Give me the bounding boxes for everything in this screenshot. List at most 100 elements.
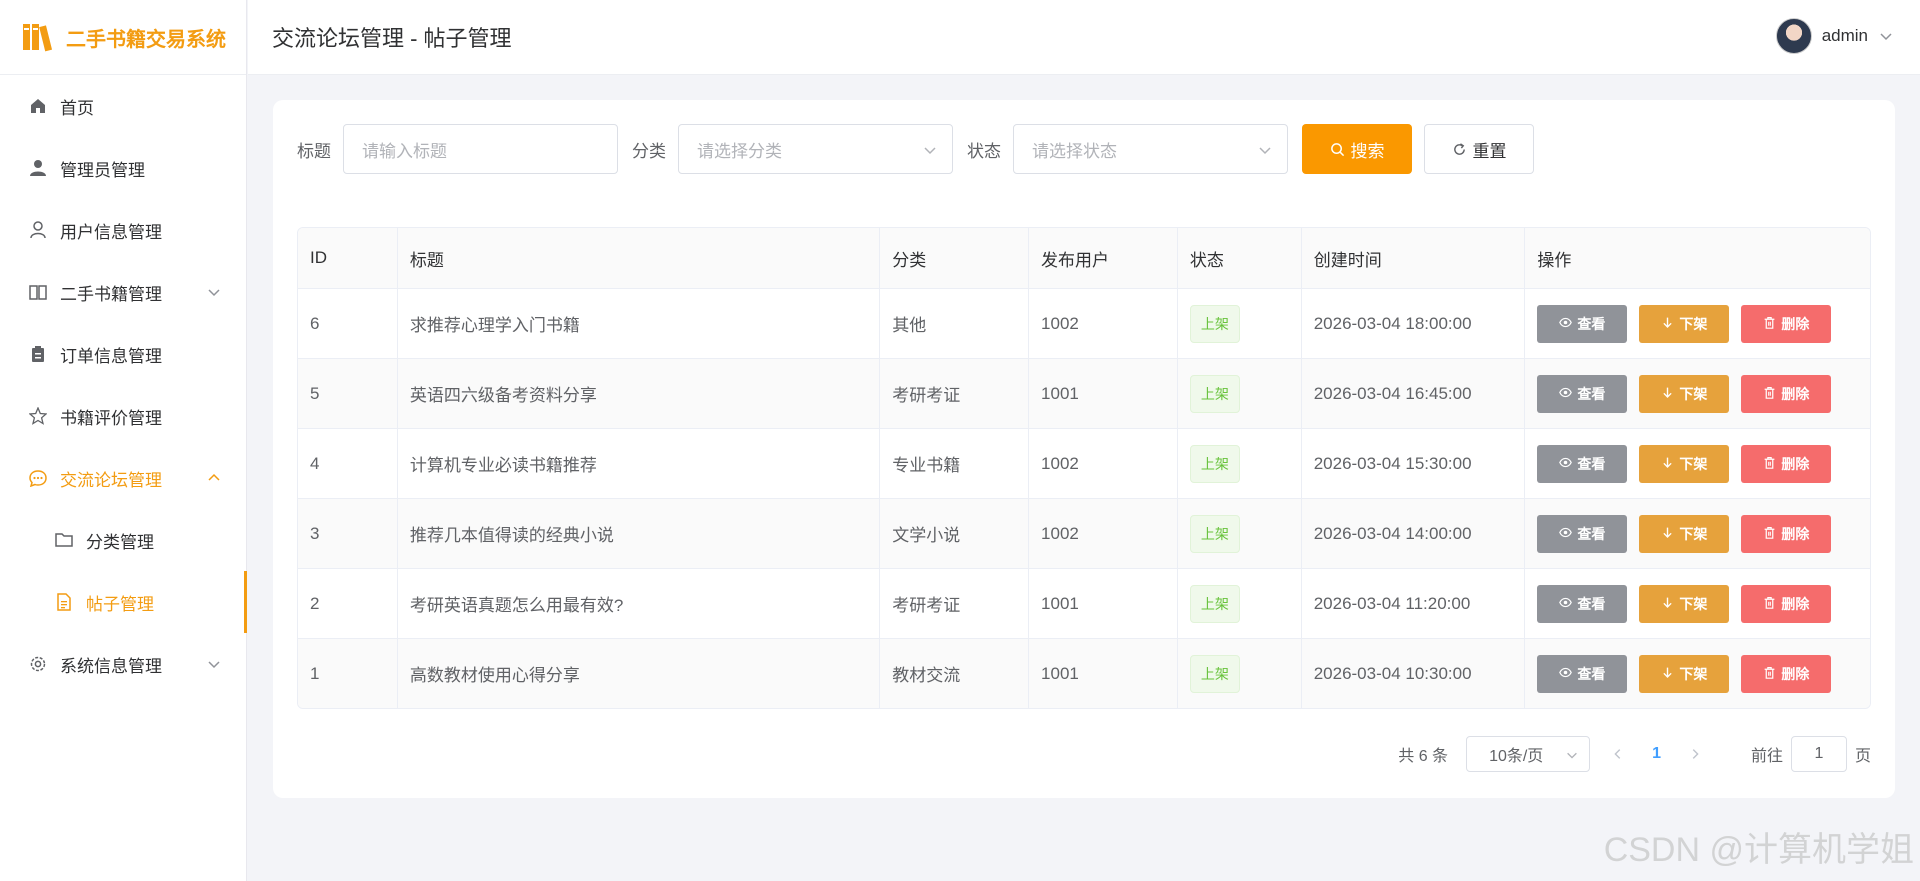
category-filter-label: 分类: [632, 141, 666, 161]
delete-button-label: 删除: [1781, 315, 1810, 332]
logo: 二手书籍交易系统: [0, 0, 246, 75]
category-placeholder: 请选择分类: [697, 141, 782, 161]
table-row: 3 推荐几本值得读的经典小说 文学小说 1002 上架 2026-03-04 14:00:…: [298, 498, 1870, 568]
view-button-label: 查看: [1577, 665, 1606, 682]
reset-button-label: 重置: [1472, 141, 1507, 161]
cell-status: 上架: [1178, 289, 1302, 358]
status-badge: 上架: [1189, 374, 1240, 413]
cell-user: 1002: [1029, 289, 1178, 358]
chevron-down-icon: [1567, 752, 1577, 759]
cell-id: 5: [298, 359, 398, 428]
category-select[interactable]: 请选择分类: [678, 124, 953, 174]
cell-user: 1001: [1029, 359, 1178, 428]
status-badge: 上架: [1189, 514, 1240, 553]
column-header-status: 状态: [1178, 228, 1302, 288]
reset-button[interactable]: 重置: [1424, 124, 1534, 174]
takedown-button[interactable]: 下架: [1639, 374, 1730, 413]
view-button-label: 查看: [1577, 455, 1606, 472]
next-page-button[interactable]: [1685, 744, 1705, 764]
title-search-input[interactable]: 请输入标题: [343, 124, 618, 174]
home-icon: [28, 96, 48, 116]
sidebar-item-system[interactable]: 系统信息管理: [0, 633, 246, 695]
cell-status: 上架: [1178, 359, 1302, 428]
cell-title: 计算机专业必读书籍推荐: [398, 429, 881, 498]
chevron-down-icon: [1259, 147, 1271, 155]
page-size-value: 10条/页: [1489, 748, 1544, 765]
view-button[interactable]: 查看: [1537, 374, 1628, 413]
takedown-button[interactable]: 下架: [1639, 514, 1730, 553]
cell-id: 2: [298, 569, 398, 638]
table-row: 5 英语四六级备考资料分享 考研考证 1001 上架 2026-03-04 16:45:0…: [298, 358, 1870, 428]
cell-status: 上架: [1178, 429, 1302, 498]
table-row: 6 求推荐心理学入门书籍 其他 1002 上架 2026-03-04 18:00:00 查看…: [298, 288, 1870, 358]
arrow-down-icon: [1661, 666, 1674, 682]
view-button[interactable]: 查看: [1537, 654, 1628, 693]
user-name[interactable]: admin: [1822, 26, 1868, 46]
sidebar-item-posts[interactable]: 帖子管理: [0, 571, 247, 633]
view-button-label: 查看: [1577, 315, 1606, 332]
delete-button[interactable]: 删除: [1741, 304, 1832, 343]
column-header-user: 发布用户: [1029, 228, 1178, 288]
column-header-id: ID: [298, 228, 398, 288]
view-button-label: 查看: [1577, 595, 1606, 612]
view-button[interactable]: 查看: [1537, 304, 1628, 343]
refresh-icon: [1453, 142, 1465, 155]
takedown-button[interactable]: 下架: [1639, 304, 1730, 343]
trash-icon: [1763, 596, 1776, 612]
takedown-button-label: 下架: [1679, 525, 1708, 542]
takedown-button-label: 下架: [1679, 315, 1708, 332]
prev-page-button[interactable]: [1608, 744, 1628, 764]
sidebar-item-books[interactable]: 二手书籍管理: [0, 261, 246, 323]
delete-button[interactable]: 删除: [1741, 514, 1832, 553]
view-button[interactable]: 查看: [1537, 514, 1628, 553]
cell-title: 高数教材使用心得分享: [398, 639, 881, 708]
search-button[interactable]: 搜索: [1302, 124, 1412, 174]
takedown-button[interactable]: 下架: [1639, 444, 1730, 483]
delete-button[interactable]: 删除: [1741, 444, 1832, 483]
delete-button-label: 删除: [1781, 665, 1810, 682]
book-icon: [28, 282, 48, 302]
sidebar-item-orders[interactable]: 订单信息管理: [0, 323, 246, 385]
column-header-category: 分类: [880, 228, 1030, 288]
user-outline-icon: [28, 220, 48, 240]
sidebar-item-forum[interactable]: 交流论坛管理: [0, 447, 246, 509]
page-size-select[interactable]: 10条/页: [1466, 736, 1591, 772]
trash-icon: [1763, 666, 1776, 682]
view-button-label: 查看: [1577, 385, 1606, 402]
eye-icon: [1559, 386, 1573, 402]
status-badge: 上架: [1189, 304, 1240, 343]
sidebar-item-home[interactable]: 首页: [0, 75, 246, 137]
takedown-button[interactable]: 下架: [1639, 654, 1730, 693]
books-logo-icon: [23, 24, 53, 52]
cell-created: 2026-03-04 16:45:00: [1302, 359, 1526, 428]
chevron-down-icon[interactable]: [1878, 28, 1894, 44]
status-badge: 上架: [1189, 654, 1240, 693]
eye-icon: [1559, 596, 1573, 612]
watermark: CSDN @计算机学姐: [1603, 831, 1914, 869]
chevron-down-icon: [208, 661, 220, 669]
status-select[interactable]: 请选择状态: [1013, 124, 1288, 174]
column-header-created: 创建时间: [1302, 228, 1526, 288]
delete-button[interactable]: 删除: [1741, 374, 1832, 413]
search-button-label: 搜索: [1350, 141, 1385, 161]
sidebar-item-users[interactable]: 用户信息管理: [0, 199, 246, 261]
cell-user: 1002: [1029, 429, 1178, 498]
chevron-down-icon: [924, 147, 936, 155]
sidebar-item-admin[interactable]: 管理员管理: [0, 137, 246, 199]
sidebar-item-reviews[interactable]: 书籍评价管理: [0, 385, 246, 447]
sidebar-item-categories[interactable]: 分类管理: [0, 509, 246, 571]
delete-button[interactable]: 删除: [1741, 654, 1832, 693]
takedown-button-label: 下架: [1679, 595, 1708, 612]
page-number-current[interactable]: 1: [1652, 745, 1661, 763]
cell-id: 1: [298, 639, 398, 708]
cell-actions: 查看 下架 删除: [1525, 499, 1870, 568]
sidebar-item-label: 二手书籍管理: [60, 284, 162, 304]
view-button[interactable]: 查看: [1537, 584, 1628, 623]
avatar[interactable]: [1775, 18, 1812, 54]
delete-button[interactable]: 删除: [1741, 584, 1832, 623]
user-menu[interactable]: admin: [1775, 18, 1894, 54]
view-button[interactable]: 查看: [1537, 444, 1628, 483]
takedown-button[interactable]: 下架: [1639, 584, 1730, 623]
delete-button-label: 删除: [1781, 525, 1810, 542]
goto-page-input[interactable]: 1: [1790, 736, 1847, 772]
